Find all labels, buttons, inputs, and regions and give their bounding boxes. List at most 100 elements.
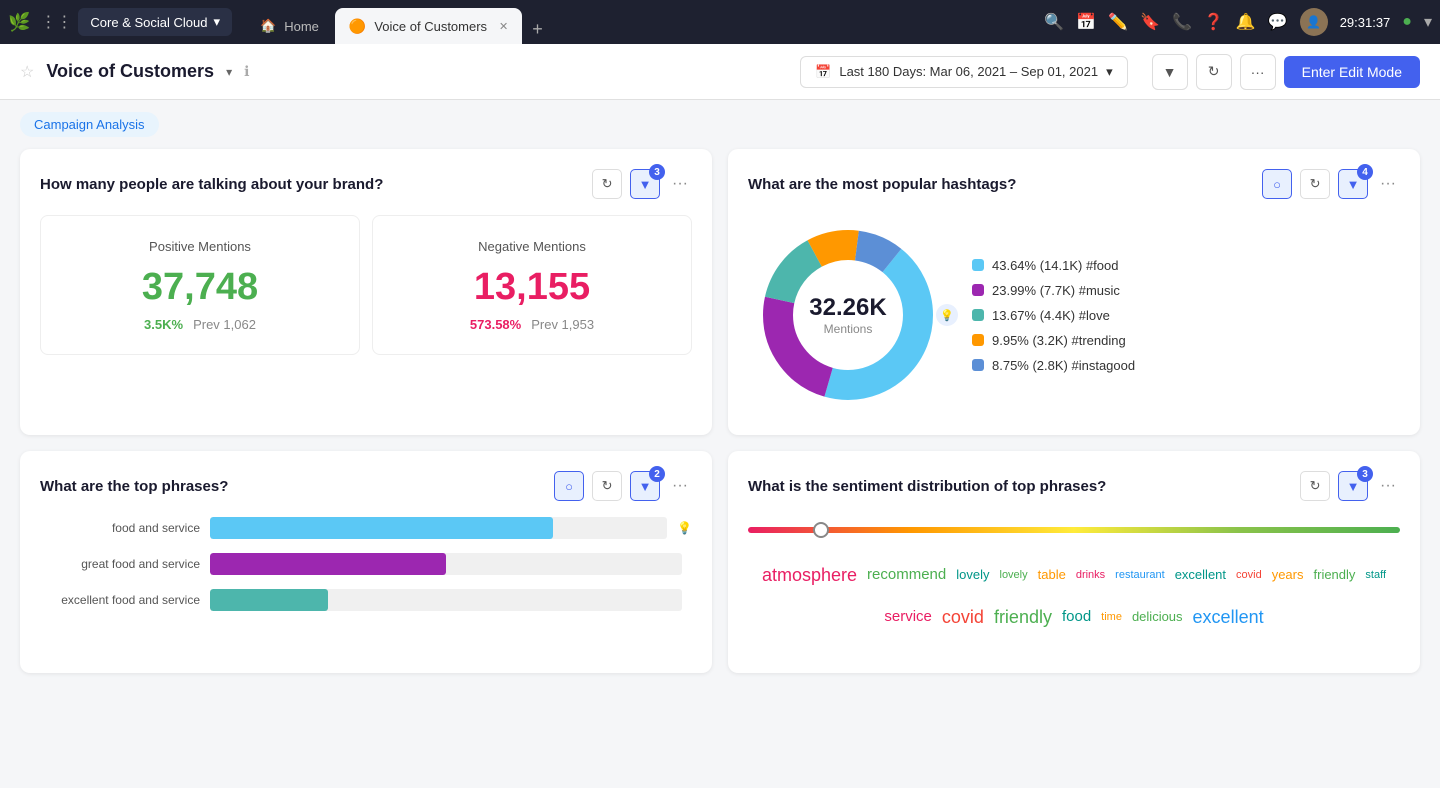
home-tab-icon: 🏠	[260, 18, 276, 34]
hashtag-refresh-button[interactable]: ↻	[1300, 169, 1330, 199]
word-friendly-1[interactable]: friendly	[1314, 562, 1356, 588]
app-name-button[interactable]: Core & Social Cloud ▾	[78, 8, 232, 36]
word-lovely-1[interactable]: lovely	[956, 562, 989, 588]
slider-thumb[interactable]	[813, 522, 829, 538]
main-content: How many people are talking about your b…	[0, 149, 1440, 693]
date-filter-calendar-icon: 📅	[815, 64, 831, 80]
word-drinks[interactable]: drinks	[1076, 564, 1105, 586]
tab-home[interactable]: 🏠 Home	[246, 8, 333, 44]
bar-fill-2	[210, 589, 328, 611]
word-years[interactable]: years	[1272, 562, 1304, 588]
donut-hint-icon[interactable]: 💡	[936, 304, 958, 326]
hashtag-legend: 43.64% (14.1K) #food 23.99% (7.7K) #musi…	[972, 258, 1400, 373]
word-excellent-2[interactable]: excellent	[1193, 599, 1264, 635]
word-lovely-2[interactable]: lovely	[1000, 564, 1028, 586]
bar-chart: food and service 💡 great food and servic…	[40, 517, 692, 611]
word-time[interactable]: time	[1101, 606, 1122, 628]
avatar[interactable]: 👤	[1300, 8, 1328, 36]
brand-mentions-card: How many people are talking about your b…	[20, 149, 712, 435]
hashtag-card-actions: ○ ↻ ▼ 4 ···	[1262, 169, 1400, 199]
sentiment-filter-button[interactable]: ▼ 3	[1338, 471, 1368, 501]
word-service[interactable]: service	[884, 602, 932, 632]
date-filter-caret: ▾	[1106, 64, 1113, 80]
phrases-refresh-button[interactable]: ↻	[592, 471, 622, 501]
header-actions: ▼ ↻ ··· Enter Edit Mode	[1152, 54, 1420, 90]
refresh-button[interactable]: ↻	[1196, 54, 1232, 90]
hashtag-more-button[interactable]: ···	[1376, 175, 1400, 193]
legend-dot-love	[972, 309, 984, 321]
brand-filter-button[interactable]: ▼ 3	[630, 169, 660, 199]
refresh-icon: ↻	[602, 176, 613, 192]
filter-icon: ▼	[639, 479, 652, 494]
tab-voc[interactable]: 🟠 Voice of Customers ✕	[335, 8, 522, 44]
enter-edit-mode-button[interactable]: Enter Edit Mode	[1284, 56, 1420, 88]
app-name-label: Core & Social Cloud	[90, 15, 207, 30]
word-food[interactable]: food	[1062, 602, 1091, 632]
word-delicious[interactable]: delicious	[1132, 604, 1183, 630]
brand-more-button[interactable]: ···	[668, 175, 692, 193]
word-excellent-1[interactable]: excellent	[1175, 562, 1226, 588]
voc-tab-close[interactable]: ✕	[499, 20, 508, 33]
legend-trending: 9.95% (3.2K) #trending	[972, 333, 1400, 348]
phrases-more-button[interactable]: ···	[668, 477, 692, 495]
home-tab-label: Home	[284, 19, 319, 34]
app-name-caret: ▾	[213, 14, 220, 30]
dashboard-title: Voice of Customers	[46, 61, 214, 82]
word-atmosphere[interactable]: atmosphere	[762, 557, 857, 593]
filter-icon: ▼	[1347, 177, 1360, 192]
sentiment-refresh-button[interactable]: ↻	[1300, 471, 1330, 501]
phrases-view-button[interactable]: ○	[554, 471, 584, 501]
negative-value: 13,155	[474, 266, 590, 309]
negative-pct: 573.58%	[470, 317, 521, 332]
negative-mentions-card: Negative Mentions 13,155 573.58% Prev 1,…	[372, 215, 692, 355]
phone-icon[interactable]: 📞	[1172, 12, 1192, 32]
chrome-icons: 🔍 📅 ✏️ 🔖 📞 ❓ 🔔 💬 👤 29:31:37 ● ▾	[1044, 8, 1432, 36]
favorite-button[interactable]: ☆	[20, 62, 34, 82]
calendar-icon[interactable]: 📅	[1076, 12, 1096, 32]
hashtag-view-button[interactable]: ○	[1262, 169, 1292, 199]
chat-icon[interactable]: 💬	[1268, 12, 1288, 32]
help-icon[interactable]: ❓	[1204, 12, 1224, 32]
status-dot: ●	[1402, 13, 1412, 31]
tab-bar: 🏠 Home 🟠 Voice of Customers ✕ +	[246, 0, 1038, 44]
sentiment-slider[interactable]	[748, 527, 1400, 533]
bar-hint-0[interactable]: 💡	[677, 521, 692, 535]
positive-stats: 3.5K% Prev 1,062	[144, 317, 256, 332]
edit-icon[interactable]: ✏️	[1108, 12, 1128, 32]
legend-food: 43.64% (14.1K) #food	[972, 258, 1400, 273]
word-recommend[interactable]: recommend	[867, 560, 946, 590]
more-options-button[interactable]: ···	[1240, 54, 1276, 90]
legend-label-food: 43.64% (14.1K) #food	[992, 258, 1118, 273]
filter-button[interactable]: ▼	[1152, 54, 1188, 90]
hashtag-filter-button[interactable]: ▼ 4	[1338, 169, 1368, 199]
bookmark-icon[interactable]: 🔖	[1140, 12, 1160, 32]
brand-refresh-button[interactable]: ↻	[592, 169, 622, 199]
title-dropdown-caret[interactable]: ▾	[226, 65, 232, 79]
word-covid-1[interactable]: covid	[1236, 564, 1262, 586]
legend-label-music: 23.99% (7.7K) #music	[992, 283, 1120, 298]
date-filter-button[interactable]: 📅 Last 180 Days: Mar 06, 2021 – Sep 01, …	[800, 56, 1127, 88]
bell-icon[interactable]: 🔔	[1236, 12, 1256, 32]
campaign-analysis-chip[interactable]: Campaign Analysis	[20, 112, 159, 137]
grid-icon[interactable]: ⋮⋮	[40, 12, 72, 32]
sentiment-card: What is the sentiment distribution of to…	[728, 451, 1420, 673]
word-restaurant[interactable]: restaurant	[1115, 564, 1165, 586]
bar-track-0	[210, 517, 667, 539]
app-header: ☆ Voice of Customers ▾ ℹ 📅 Last 180 Days…	[0, 44, 1440, 100]
sentiment-card-header: What is the sentiment distribution of to…	[748, 471, 1400, 501]
legend-label-love: 13.67% (4.4K) #love	[992, 308, 1110, 323]
bar-label-0: food and service	[40, 521, 200, 535]
word-friendly-2[interactable]: friendly	[994, 599, 1052, 635]
sentiment-filter-badge: 3	[1357, 466, 1373, 482]
info-icon[interactable]: ℹ	[244, 63, 249, 80]
positive-value: 37,748	[142, 266, 258, 309]
search-icon[interactable]: 🔍	[1044, 12, 1064, 32]
word-covid-2[interactable]: covid	[942, 599, 984, 635]
dropdown-caret[interactable]: ▾	[1424, 12, 1432, 32]
voc-tab-label: Voice of Customers	[374, 19, 487, 34]
sentiment-more-button[interactable]: ···	[1376, 477, 1400, 495]
word-staff[interactable]: staff	[1365, 564, 1386, 586]
word-table[interactable]: table	[1038, 562, 1066, 588]
phrases-filter-button[interactable]: ▼ 2	[630, 471, 660, 501]
new-tab-button[interactable]: +	[524, 15, 551, 44]
